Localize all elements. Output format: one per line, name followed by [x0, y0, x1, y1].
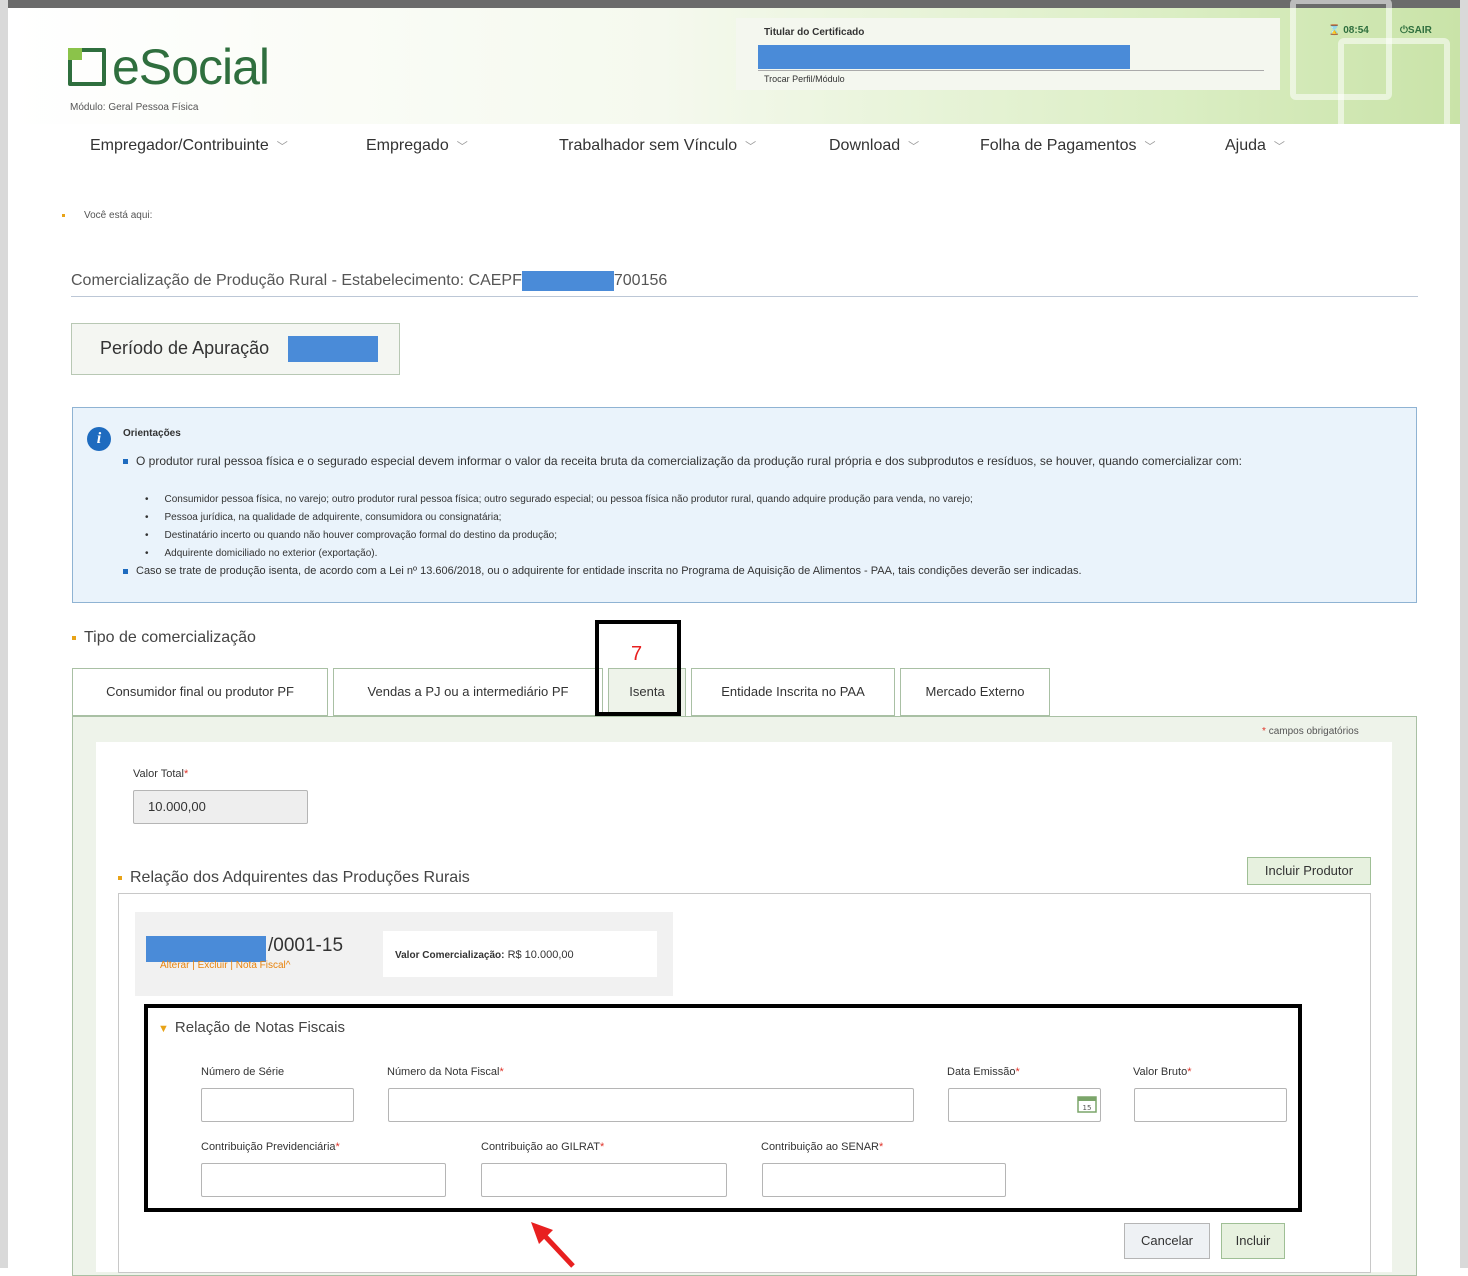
esocial-logo-icon [68, 48, 106, 86]
session-timer: ⌛ 08:54 [1328, 25, 1369, 36]
contrib-previdenciaria-input[interactable] [201, 1163, 446, 1197]
orientacoes-paragraph: O produtor rural pessoa física e o segur… [123, 454, 1393, 469]
bullet-square [123, 459, 128, 465]
module-label: Módulo: Geral Pessoa Física [70, 102, 199, 113]
periodo-apuracao-box: Período de Apuração [71, 323, 400, 375]
power-icon: ⏻ [1400, 25, 1408, 36]
switch-profile-link[interactable]: Trocar Perfil/Módulo [764, 74, 845, 84]
calendar-day: 15 [1083, 1104, 1092, 1112]
chevron-down-icon: ﹀ [1273, 141, 1285, 153]
periodo-apuracao-label: Período de Apuração [100, 338, 270, 358]
contrib-senar-label: Contribuição ao SENAR* [761, 1141, 884, 1153]
numero-nota-label: Número da Nota Fiscal* [387, 1066, 504, 1078]
calendar-icon[interactable]: 15 [1076, 1094, 1098, 1114]
chevron-down-icon: ﹀ [908, 141, 920, 153]
orientacoes-paragraph: Caso se trate de produção isenta, de aco… [123, 564, 1403, 579]
cnpj-redacted [146, 936, 266, 962]
nav-download[interactable]: Download ﹀ [829, 137, 919, 155]
numero-serie-input[interactable] [201, 1088, 354, 1122]
orientacoes-item: Adquirente domiciliado no exterior (expo… [145, 548, 378, 559]
periodo-redacted [288, 336, 378, 362]
valor-bruto-label: Valor Bruto* [1133, 1066, 1192, 1078]
numero-serie-label: Número de Série [201, 1066, 285, 1078]
logout-button[interactable]: ⏻SAIR [1400, 25, 1432, 36]
tipo-comercializacao-heading: Tipo de comercialização [72, 629, 256, 647]
data-emissao-label: Data Emissão* [947, 1066, 1020, 1078]
annotation-box-tab [595, 620, 681, 716]
certificate-title: Titular do Certificado [764, 27, 865, 38]
caepf-redacted [521, 271, 614, 291]
orientacoes-title: Orientações [123, 428, 181, 439]
main-nav: Empregador/Contribuinte ﹀ Empregado ﹀ Trab… [8, 124, 1460, 168]
valor-total-input[interactable]: 10.000,00 [133, 790, 308, 824]
info-icon: i [87, 427, 111, 451]
contrib-gilrat-label: Contribuição ao GILRAT* [481, 1141, 605, 1153]
orientacoes-item: Destinatário incerto ou quando não houve… [145, 530, 557, 541]
certificate-holder-redacted [758, 45, 1130, 69]
required-fields-note: * campos obrigatórios [1262, 726, 1359, 737]
esocial-logo[interactable]: eSocial [68, 38, 270, 96]
annotation-arrow-icon [531, 1222, 575, 1268]
window-top-bar [0, 0, 1468, 8]
contrib-gilrat-input[interactable] [481, 1163, 727, 1197]
incluir-produtor-button[interactable]: Incluir Produtor [1247, 857, 1371, 885]
nav-empregado[interactable]: Empregado ﹀ [366, 137, 468, 155]
tab-entidade-paa[interactable]: Entidade Inscrita no PAA [691, 668, 895, 716]
title-divider [71, 296, 1418, 297]
annotation-step-number: 7 [631, 643, 643, 665]
valor-bruto-input[interactable] [1134, 1088, 1287, 1122]
breadcrumb-bullet [62, 214, 65, 217]
incluir-button[interactable]: Incluir [1221, 1223, 1285, 1259]
caret-down-icon: ▼ [158, 1023, 169, 1035]
section-bullet [72, 635, 76, 640]
breadcrumb: Você está aqui: [84, 210, 153, 221]
valor-total-label: Valor Total* [133, 768, 189, 780]
adquirentes-heading: Relação dos Adquirentes das Produções Ru… [118, 869, 470, 887]
page-title: Comercialização de Produção Rural - Esta… [71, 271, 668, 291]
cnpj-suffix: /0001-15 [268, 935, 344, 956]
orientacoes-item: Consumidor pessoa física, no varejo; out… [145, 494, 973, 505]
nav-empregador[interactable]: Empregador/Contribuinte ﹀ [90, 137, 288, 155]
nav-trabalhador-sem-vinculo[interactable]: Trabalhador sem Vínculo ﹀ [559, 137, 756, 155]
valor-comercializacao: Valor Comercialização: R$ 10.000,00 [395, 949, 574, 961]
section-bullet [118, 875, 122, 880]
chevron-down-icon: ﹀ [745, 141, 757, 153]
window-left-border [0, 0, 8, 1268]
contrib-previdenciaria-label: Contribuição Previdenciária* [201, 1141, 340, 1153]
cancelar-button[interactable]: Cancelar [1124, 1223, 1210, 1259]
notas-fiscais-toggle[interactable]: ▼ Relação de Notas Fiscais [158, 1019, 345, 1036]
card-actions-links[interactable]: Alterar | Excluir | Nota Fiscal^ [160, 960, 290, 971]
tab-vendas-pj[interactable]: Vendas a PJ ou a intermediário PF [333, 668, 603, 716]
window-right-border [1460, 0, 1468, 1268]
orientacoes-box: i Orientações O produtor rural pessoa fí… [72, 407, 1417, 603]
numero-nota-input[interactable] [388, 1088, 914, 1122]
hourglass-icon: ⌛ [1328, 25, 1344, 36]
contrib-senar-input[interactable] [762, 1163, 1006, 1197]
nav-ajuda[interactable]: Ajuda ﹀ [1225, 137, 1285, 155]
bullet-square [123, 568, 128, 574]
tab-consumidor-final[interactable]: Consumidor final ou produtor PF [72, 668, 328, 716]
chevron-down-icon: ﹀ [276, 141, 288, 153]
chevron-down-icon: ﹀ [456, 141, 468, 153]
tab-mercado-externo[interactable]: Mercado Externo [900, 668, 1050, 716]
certificate-divider [758, 70, 1264, 71]
chevron-down-icon: ﹀ [1144, 141, 1156, 153]
orientacoes-item: Pessoa jurídica, na qualidade de adquire… [145, 512, 502, 523]
nav-folha-pagamentos[interactable]: Folha de Pagamentos ﹀ [980, 137, 1156, 155]
